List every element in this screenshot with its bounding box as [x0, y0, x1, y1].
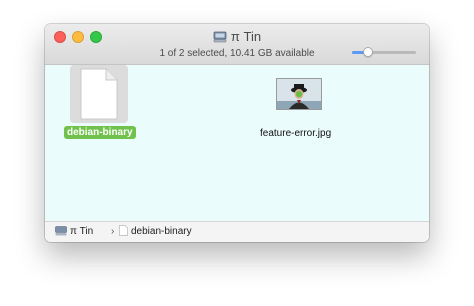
path-item-debian-binary[interactable]: debian-binary	[119, 222, 192, 242]
path-separator: ›	[111, 226, 115, 237]
generic-document-icon	[80, 68, 118, 120]
image-thumbnail	[276, 78, 322, 110]
path-item-label: debian-binary	[131, 226, 192, 237]
document-icon	[119, 225, 128, 236]
title-bar[interactable]: π Tin 1 of 2 selected, 10.41 GB availabl…	[45, 24, 429, 65]
path-item-tin[interactable]: π Tin	[55, 222, 93, 242]
window-title-text: π Tin	[230, 29, 262, 44]
external-disk-icon	[55, 226, 67, 236]
slider-thumb[interactable]	[363, 47, 373, 57]
file-name-label[interactable]: debian-binary	[64, 126, 136, 139]
path-item-label: π Tin	[70, 226, 94, 237]
file-name-label[interactable]: feature-error.jpg	[260, 127, 331, 140]
icon-size-slider[interactable]	[352, 47, 416, 57]
finder-window: π Tin 1 of 2 selected, 10.41 GB availabl…	[45, 24, 429, 242]
file-area[interactable]: debian-binary feature-error.jpg	[45, 65, 429, 221]
path-bar: π Tin › debian-binary	[45, 221, 429, 242]
